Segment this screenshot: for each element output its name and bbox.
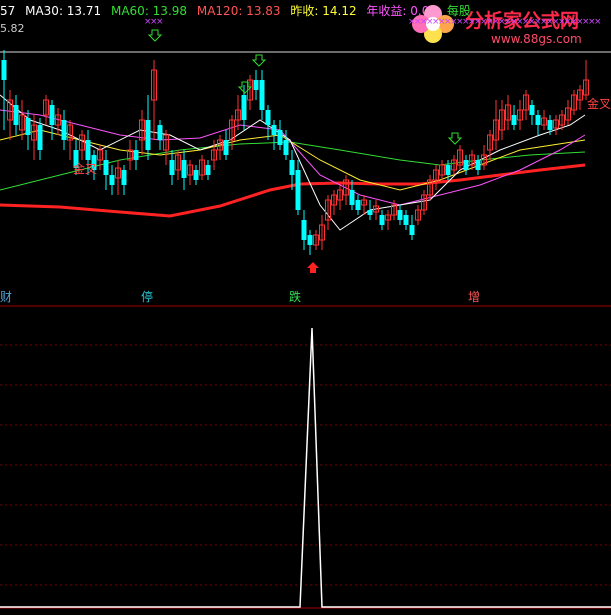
candlestick bbox=[187, 160, 193, 185]
indicator-spike-line bbox=[0, 327, 611, 608]
candlestick bbox=[409, 215, 415, 240]
candlestick bbox=[463, 155, 469, 175]
candlestick bbox=[175, 150, 181, 180]
candlestick bbox=[163, 130, 169, 165]
marker-dot: × bbox=[594, 17, 602, 27]
buy-signal-arrow-icon bbox=[237, 81, 253, 94]
candlestick bbox=[307, 230, 313, 255]
candlestick bbox=[517, 100, 523, 130]
candlestick bbox=[271, 120, 277, 150]
candlestick bbox=[493, 100, 499, 150]
candlestick bbox=[583, 60, 589, 100]
candlestick bbox=[103, 150, 109, 190]
candlestick bbox=[199, 155, 205, 180]
candlestick bbox=[109, 165, 115, 195]
candlestick bbox=[403, 210, 409, 230]
candlestick bbox=[253, 70, 259, 100]
buy-signal-arrow-icon bbox=[147, 29, 163, 42]
candlestick bbox=[379, 210, 385, 230]
candlestick bbox=[319, 215, 325, 250]
candlestick bbox=[397, 205, 403, 225]
candlestick bbox=[157, 120, 163, 150]
candlestick bbox=[439, 160, 445, 180]
candlestick bbox=[301, 210, 307, 250]
candlestick bbox=[169, 150, 175, 185]
candlestick bbox=[265, 105, 271, 140]
candlestick bbox=[475, 155, 481, 175]
candlestick bbox=[433, 165, 439, 190]
candlestick bbox=[541, 110, 547, 130]
candlestick bbox=[499, 100, 505, 140]
candlestick bbox=[49, 100, 55, 140]
candlestick bbox=[217, 135, 223, 160]
candlestick bbox=[565, 100, 571, 125]
candlestick bbox=[571, 90, 577, 115]
candlestick bbox=[445, 160, 451, 180]
candlestick bbox=[13, 95, 19, 135]
candlestick bbox=[205, 160, 211, 180]
candlestick bbox=[139, 110, 145, 155]
candlestick bbox=[133, 140, 139, 170]
candlestick bbox=[259, 70, 265, 120]
event-tag-increase: 增 bbox=[468, 290, 481, 304]
golden-cross-label-2: 金叉 bbox=[587, 97, 611, 111]
candlestick bbox=[457, 145, 463, 170]
candlestick bbox=[55, 108, 61, 135]
candlestick bbox=[337, 185, 343, 210]
golden-cross-label-1: 金叉 bbox=[73, 162, 98, 176]
candlestick bbox=[313, 230, 319, 250]
event-tag-drop: 跌 bbox=[289, 290, 302, 304]
candlestick bbox=[523, 90, 529, 120]
candlestick bbox=[61, 110, 67, 150]
candlestick bbox=[367, 200, 373, 220]
candlestick bbox=[25, 110, 31, 150]
candlestick bbox=[121, 165, 127, 195]
candlestick bbox=[295, 160, 301, 215]
event-tag-halt: 停 bbox=[141, 290, 154, 304]
candlestick bbox=[385, 210, 391, 230]
candlestick bbox=[361, 195, 367, 215]
candlestick bbox=[115, 160, 121, 195]
candlestick bbox=[193, 165, 199, 185]
candlestick bbox=[535, 110, 541, 135]
candlestick bbox=[43, 95, 49, 125]
candlestick bbox=[421, 190, 427, 215]
candlestick bbox=[223, 130, 229, 160]
candlestick bbox=[505, 95, 511, 130]
candlestick bbox=[355, 195, 361, 215]
candlestick bbox=[67, 120, 73, 160]
marker-dot: × bbox=[156, 17, 164, 27]
candlestick bbox=[247, 75, 253, 110]
buy-signal-arrow-icon bbox=[447, 132, 463, 145]
candlestick bbox=[151, 60, 157, 140]
candlestick bbox=[577, 85, 583, 110]
candlestick bbox=[415, 205, 421, 225]
event-tag-finance: 财 bbox=[0, 290, 13, 304]
candlestick bbox=[1, 50, 7, 130]
sell-signal-arrow-icon bbox=[307, 262, 319, 273]
candlestick bbox=[529, 100, 535, 125]
candlestick bbox=[553, 115, 559, 135]
buy-signal-arrow-icon bbox=[251, 54, 267, 67]
candlestick bbox=[79, 130, 85, 160]
candlestick bbox=[511, 105, 517, 130]
candlestick-chart: ××× ×××××××××××××××××××××××××××××××× bbox=[0, 17, 611, 609]
candlestick bbox=[343, 175, 349, 205]
candlestick bbox=[277, 120, 283, 150]
candlestick bbox=[7, 90, 13, 140]
candlestick bbox=[181, 150, 187, 190]
candlestick bbox=[373, 200, 379, 220]
candlestick bbox=[127, 140, 133, 170]
candlestick bbox=[145, 95, 151, 160]
candlestick bbox=[427, 175, 433, 200]
candlestick bbox=[451, 155, 457, 175]
candlestick bbox=[331, 190, 337, 215]
